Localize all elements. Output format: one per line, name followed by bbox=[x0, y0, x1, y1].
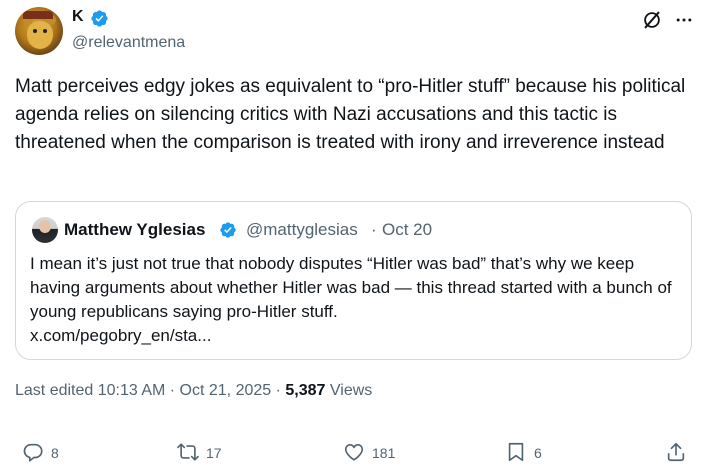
quoted-author-handle[interactable]: @mattyglesias bbox=[246, 220, 358, 240]
avatar-eye bbox=[33, 29, 37, 33]
share-icon bbox=[667, 442, 685, 462]
like-icon bbox=[344, 444, 364, 461]
quoted-author-name[interactable]: Matthew Yglesias bbox=[64, 220, 205, 240]
quoted-tweet[interactable]: Matthew Yglesias @mattyglesias · Oct 20 … bbox=[15, 201, 692, 360]
quoted-tweet-text: I mean it’s just not true that nobody di… bbox=[30, 252, 680, 348]
reply-icon bbox=[23, 443, 43, 462]
action-bar: 8 17 181 6 bbox=[0, 436, 709, 468]
more-icon[interactable] bbox=[673, 10, 695, 30]
quoted-tweet-date[interactable]: Oct 20 bbox=[382, 220, 432, 240]
avatar-head bbox=[39, 220, 51, 233]
tweet-text: Matt perceives edgy jokes as equivalent … bbox=[15, 76, 686, 153]
quoted-tweet-link[interactable]: x.com/pegobry_en/sta... bbox=[30, 326, 211, 345]
like-count: 181 bbox=[372, 445, 396, 461]
avatar-eye bbox=[43, 29, 47, 33]
separator: · bbox=[371, 220, 377, 239]
avatar-hat bbox=[23, 11, 53, 19]
tweet[interactable]: K @relevantmena Matt perceives edgy joke… bbox=[0, 0, 709, 468]
repost-count: 17 bbox=[206, 445, 222, 461]
grok-icon[interactable] bbox=[641, 9, 663, 31]
quoted-author-avatar[interactable] bbox=[32, 217, 58, 243]
quoted-tweet-body: I mean it’s just not true that nobody di… bbox=[30, 254, 672, 321]
bookmark-count: 6 bbox=[534, 445, 542, 461]
views-label: Views bbox=[325, 382, 373, 399]
avatar-face bbox=[27, 21, 53, 49]
views-count: 5,387 bbox=[285, 382, 326, 399]
author-avatar[interactable] bbox=[15, 7, 63, 55]
verified-badge-icon bbox=[220, 222, 236, 238]
repost-icon bbox=[177, 443, 199, 461]
author-handle[interactable]: @relevantmena bbox=[72, 34, 185, 52]
verified-badge-icon bbox=[91, 10, 108, 27]
reply-count: 8 bbox=[51, 445, 59, 461]
author-name[interactable]: K bbox=[72, 8, 84, 26]
bookmark-icon bbox=[508, 442, 524, 462]
edited-timestamp[interactable]: Last edited 10:13 AM · Oct 21, 2025 · bbox=[15, 382, 285, 399]
tweet-meta: Last edited 10:13 AM · Oct 21, 2025 · 5,… bbox=[15, 382, 372, 400]
